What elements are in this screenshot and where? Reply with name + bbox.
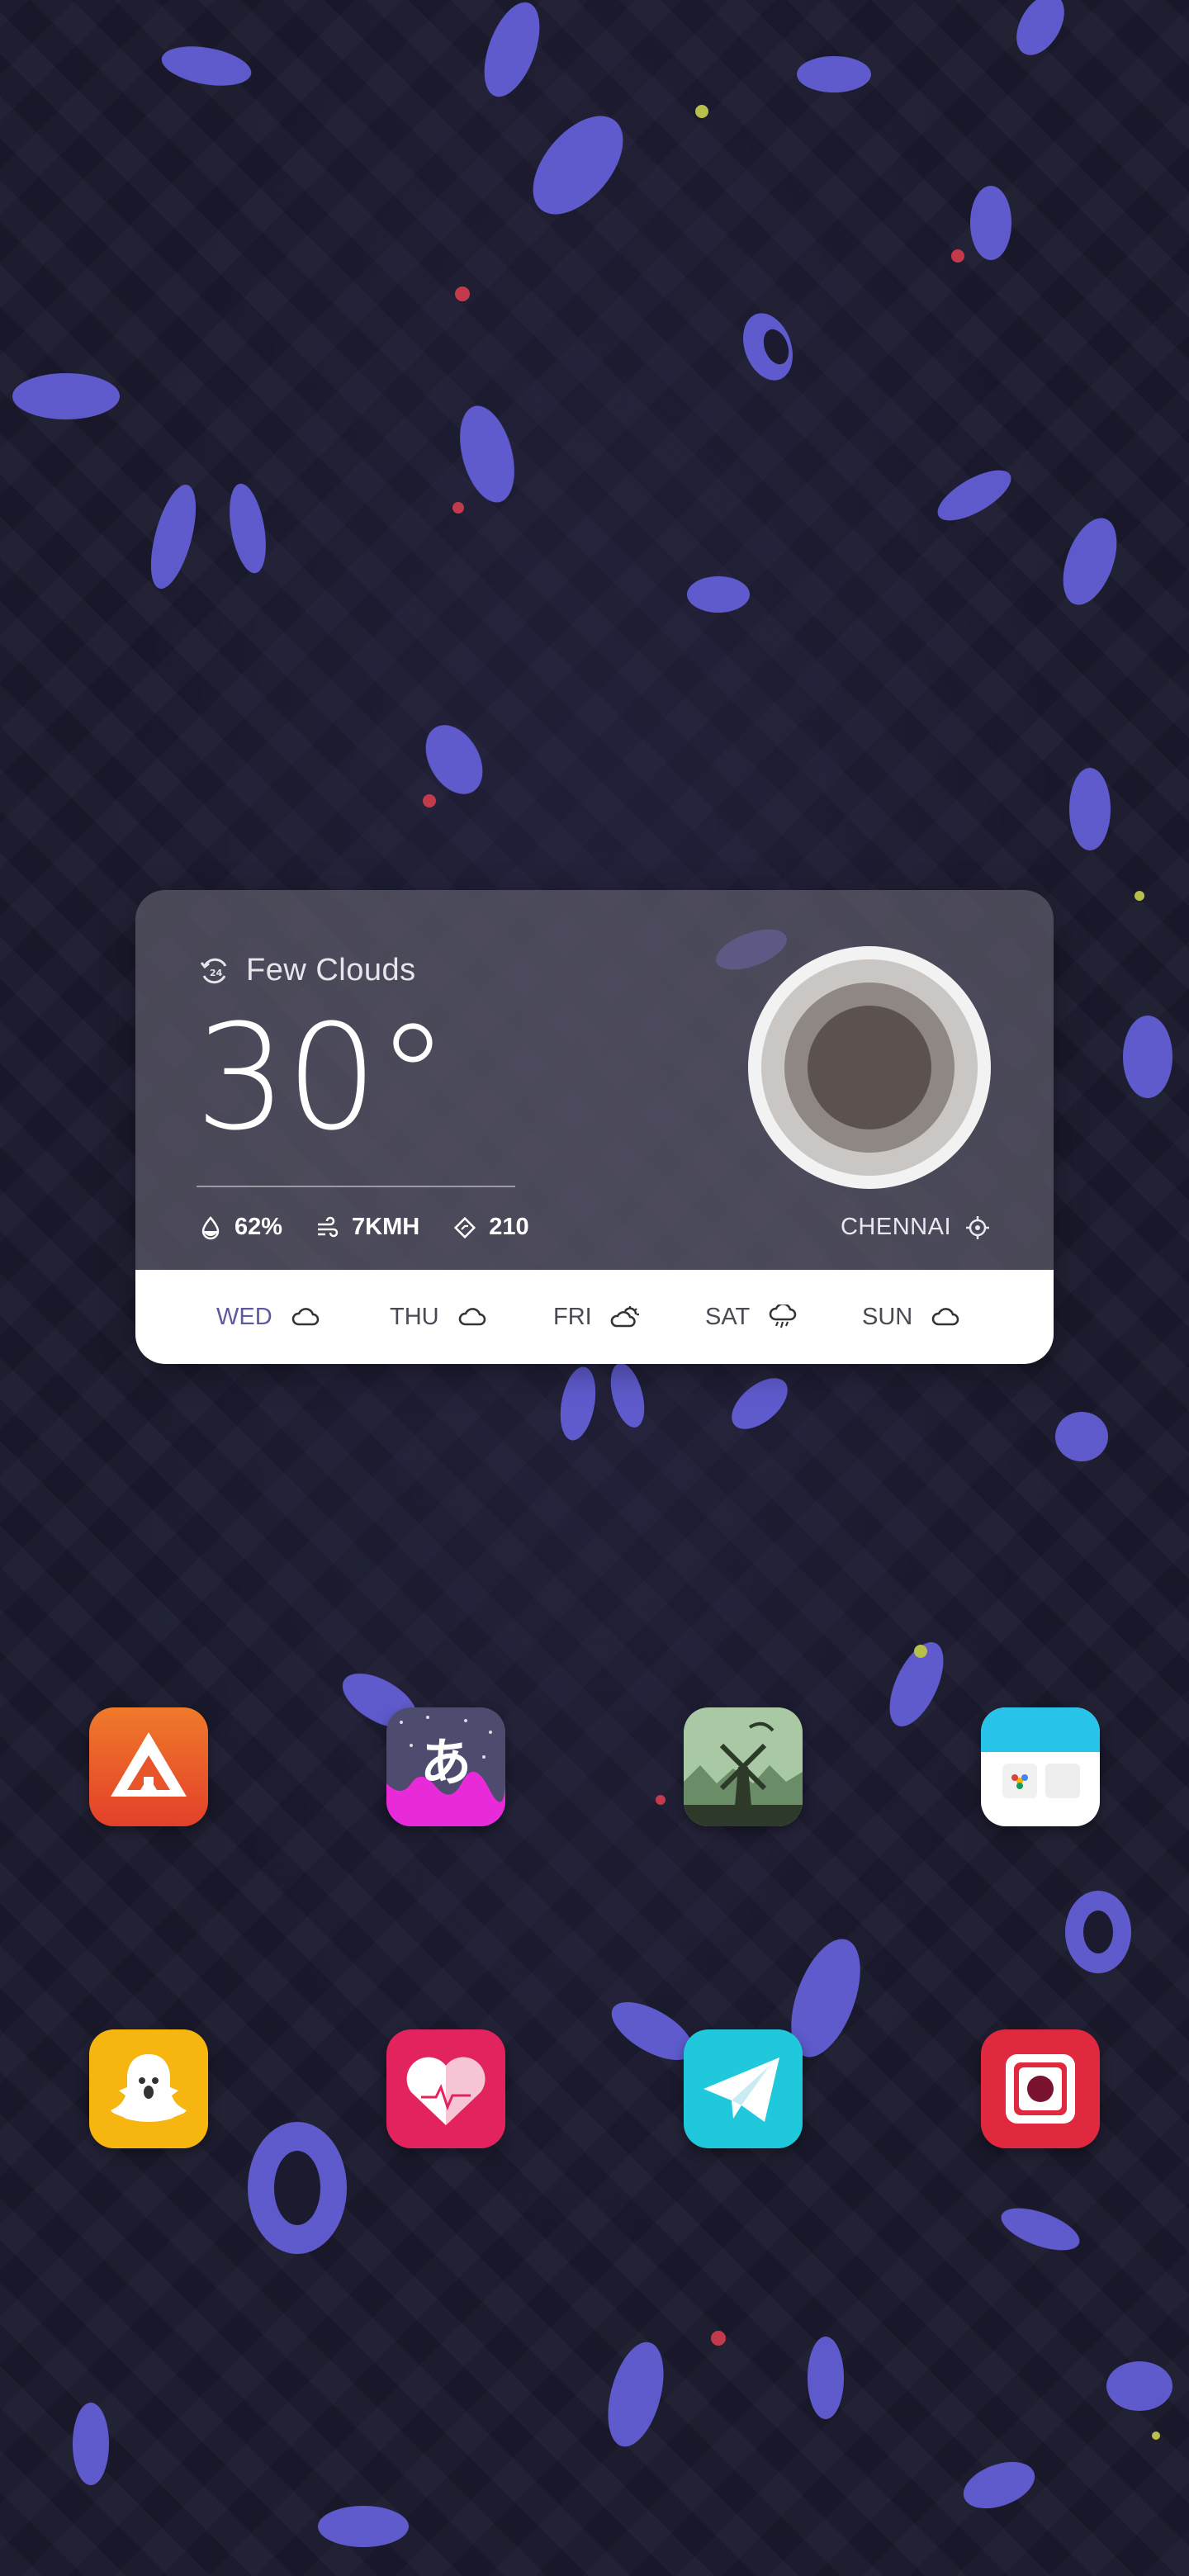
location-name: CHENNAI (840, 1214, 951, 1240)
cloud-icon (931, 1308, 959, 1326)
direction-icon (454, 1216, 476, 1238)
health-heart-app-icon[interactable] (386, 2029, 505, 2148)
windmill-game-app-icon[interactable] (684, 1707, 803, 1826)
instagram-app-icon[interactable] (981, 2029, 1100, 2148)
humidity-drop-icon (201, 1215, 220, 1239)
weather-widget[interactable]: 24 Few Clouds 30° 62% 7KMH 210 CHENNAI W… (135, 890, 1054, 1364)
wind-icon (318, 1216, 339, 1237)
forecast-day-fri[interactable]: FRI (553, 1270, 640, 1364)
forecast-day-sun[interactable]: SUN (862, 1270, 960, 1364)
humidity-value: 62% (234, 1214, 283, 1240)
cloud-icon (458, 1308, 486, 1326)
forecast-day-thu[interactable]: THU (390, 1270, 487, 1364)
divider (197, 1186, 515, 1187)
refresh-24h-icon[interactable]: 24 (198, 954, 231, 987)
photos-app-icon[interactable] (981, 1707, 1100, 1826)
forecast-day-label: FRI (553, 1303, 592, 1330)
location-target-icon[interactable] (964, 1215, 991, 1241)
location[interactable]: CHENNAI (841, 1214, 991, 1241)
forecast-day-label: WED (216, 1303, 272, 1330)
wind-value: 7KMH (352, 1214, 420, 1240)
japanese-hiragana-app-icon[interactable]: あ (386, 1707, 505, 1826)
weather-current-panel: 24 Few Clouds 30° 62% 7KMH 210 CHENNAI (135, 890, 1054, 1270)
wind-stat: 7KMH (315, 1214, 419, 1241)
forecast-day-wed[interactable]: WED (216, 1270, 320, 1364)
forecast-day-sat[interactable]: SAT (705, 1270, 798, 1364)
forecast-day-label: THU (390, 1303, 439, 1330)
telegram-app-icon[interactable] (684, 2029, 803, 2148)
weather-condition: Few Clouds (246, 953, 416, 987)
direction-value: 210 (489, 1214, 529, 1240)
weather-sun-graphic (748, 946, 991, 1189)
weather-stats: 62% 7KMH 210 (198, 1214, 562, 1241)
direction-stat: 210 (452, 1214, 529, 1241)
snapchat-app-icon[interactable] (89, 2029, 208, 2148)
temperature: 30° (195, 993, 449, 1163)
cloud-icon (291, 1308, 319, 1326)
svg-text:24: 24 (210, 968, 223, 978)
condition-row: 24 Few Clouds (198, 953, 416, 988)
forecast-day-label: SAT (705, 1303, 751, 1330)
partly-cloudy-icon (610, 1306, 639, 1328)
rain-cloud-icon (770, 1305, 797, 1328)
forecast-bar: WED THU FRI SAT SUN (135, 1270, 1054, 1364)
triangle-logo-app-icon[interactable] (89, 1707, 208, 1826)
svg-text:あ: あ (420, 1732, 471, 1792)
forecast-day-label: SUN (862, 1303, 913, 1330)
humidity-stat: 62% (198, 1214, 282, 1241)
